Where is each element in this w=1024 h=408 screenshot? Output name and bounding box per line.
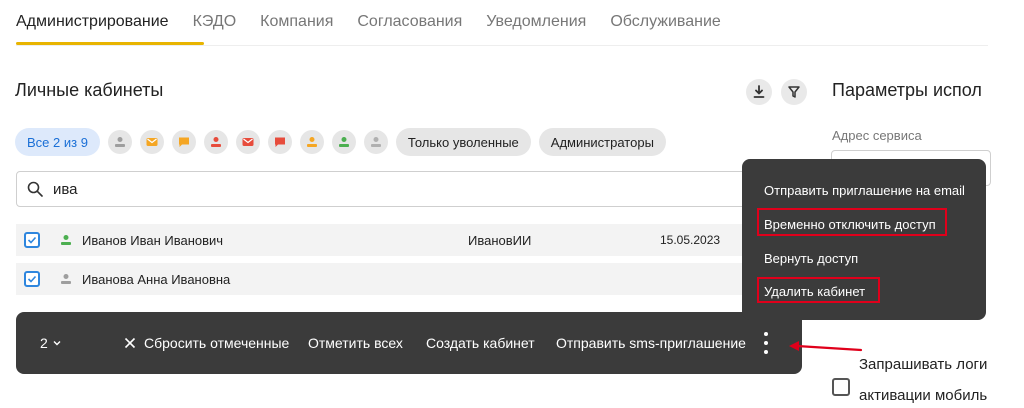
annotation-arrow	[789, 341, 863, 352]
employee-date: 15.05.2023	[660, 233, 721, 247]
download-button[interactable]	[746, 79, 772, 105]
selected-count: 2	[40, 335, 48, 351]
chip-all[interactable]: Все 2 из 9	[15, 128, 100, 156]
status-filter-chip[interactable]	[267, 130, 292, 154]
row-checkbox[interactable]	[24, 232, 40, 248]
person-icon	[114, 137, 125, 147]
send-sms-button[interactable]: Отправить sms-приглашение	[556, 335, 746, 351]
menu-item-send-email-invite[interactable]: Отправить приглашение на email	[764, 183, 965, 198]
tabs-divider	[16, 45, 988, 46]
search-icon	[27, 181, 43, 197]
search-input[interactable]	[53, 180, 653, 198]
person-icon	[61, 274, 71, 284]
person-icon	[370, 137, 381, 147]
status-chips	[107, 130, 396, 154]
filter-icon	[788, 86, 800, 98]
row-checkbox[interactable]	[24, 271, 40, 287]
status-filter-chip[interactable]	[235, 130, 260, 154]
mobile-activation-label: активации мобиль	[859, 387, 988, 404]
employee-name: Иванов Иван Иванович	[82, 232, 224, 248]
tab-approvals[interactable]: Согласования	[357, 13, 462, 31]
person-icon	[338, 137, 349, 147]
select-all-button[interactable]: Отметить всех	[308, 335, 403, 351]
person-icon	[306, 137, 317, 147]
request-login-checkbox[interactable]	[832, 378, 850, 396]
more-dot	[764, 349, 768, 354]
selection-action-bar: 2 Сбросить отмеченные Отметить всех Созд…	[16, 312, 802, 374]
search-field[interactable]	[16, 171, 776, 207]
more-dot	[764, 340, 768, 345]
tab-maintenance[interactable]: Обслуживание	[610, 13, 720, 31]
download-icon	[753, 85, 765, 98]
reset-selected-button[interactable]: Сбросить отмеченные	[124, 335, 289, 351]
chip-admins[interactable]: Администраторы	[538, 128, 666, 156]
employee-name: Иванова Анна Ивановна	[82, 271, 231, 287]
check-icon	[27, 275, 37, 283]
email-icon	[242, 138, 254, 146]
person-status: Иванов Иван Иванович	[60, 233, 223, 248]
close-icon	[124, 337, 136, 349]
filter-button[interactable]	[781, 79, 807, 105]
status-filter-chip[interactable]	[203, 130, 228, 154]
page-title: Личные кабинеты	[15, 80, 164, 100]
status-filter-chip[interactable]	[363, 130, 388, 154]
table-row[interactable]: Иванов Иван Иванович ИвановИИ 15.05.2023	[16, 224, 776, 256]
status-filter-chip[interactable]	[107, 130, 132, 154]
person-icon	[61, 235, 71, 245]
chat-icon	[274, 137, 285, 147]
selected-count-dropdown[interactable]: 2	[40, 335, 62, 351]
filter-chips: Все 2 из 9 Только уволенные Администрато…	[15, 128, 674, 156]
params-title: Параметры испол	[832, 80, 982, 100]
tab-company[interactable]: Компания	[260, 13, 333, 31]
person-status: Иванова Анна Ивановна	[60, 272, 230, 287]
status-filter-chip[interactable]	[331, 130, 356, 154]
chat-icon	[178, 137, 189, 147]
tab-notifications[interactable]: Уведомления	[486, 13, 586, 31]
create-cabinet-button[interactable]: Создать кабинет	[426, 335, 535, 351]
employee-login: ИвановИИ	[468, 232, 532, 248]
chip-fired-only[interactable]: Только уволенные	[395, 128, 531, 156]
person-icon	[210, 137, 221, 147]
status-filter-chip[interactable]	[171, 130, 196, 154]
status-filter-chip[interactable]	[299, 130, 324, 154]
reset-selected-label: Сбросить отмеченные	[144, 335, 290, 351]
email-icon	[146, 138, 158, 146]
tab-kedo[interactable]: КЭДО	[193, 13, 237, 31]
more-dot	[764, 332, 768, 337]
status-filter-chip[interactable]	[139, 130, 164, 154]
more-menu-button[interactable]	[760, 330, 772, 356]
service-address-label: Адрес сервиса	[832, 128, 922, 143]
more-actions-menu: Отправить приглашение на email Временно …	[742, 159, 986, 320]
request-login-label: Запрашивать логи	[859, 356, 988, 373]
highlight-box	[757, 277, 880, 303]
tab-administration[interactable]: Администрирование	[16, 13, 169, 31]
check-icon	[27, 236, 37, 244]
menu-item-restore-access[interactable]: Вернуть доступ	[764, 251, 858, 266]
table-row[interactable]: Иванова Анна Ивановна	[16, 263, 776, 295]
top-tabs: Администрирование КЭДО Компания Согласов…	[16, 0, 745, 44]
highlight-box	[757, 208, 947, 236]
chevron-down-icon	[53, 341, 61, 346]
